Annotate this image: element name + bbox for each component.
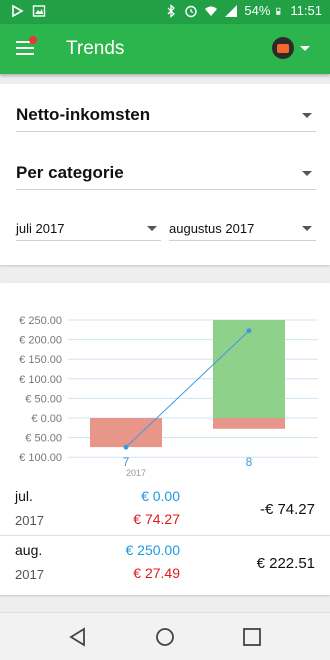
row-year: 2017 (15, 567, 44, 582)
page-title: Trends (66, 38, 125, 59)
expense-bar (90, 418, 162, 448)
row-income: € 250.00 (125, 542, 181, 558)
image-icon (32, 5, 46, 17)
hamburger-icon[interactable] (16, 36, 37, 55)
recents-icon[interactable] (240, 625, 264, 649)
y-tick-label: € 200.00 (19, 335, 62, 347)
row-income: € 0.00 (141, 488, 180, 504)
navigation-bar (0, 612, 330, 660)
to-month-label: augustus 2017 (169, 221, 255, 236)
battery-level: 54% (244, 3, 271, 18)
home-icon[interactable] (153, 625, 177, 649)
chevron-down-icon (147, 226, 157, 231)
net-income-chart: € 250.00 € 200.00 € 150.00 € 100.00 € 50.00 €… (19, 315, 318, 478)
grouping-label: Per categorie (16, 163, 124, 182)
play-store-icon (12, 4, 24, 18)
status-bar: 54% 11:51 (0, 0, 330, 24)
clock: 11:51 (290, 3, 322, 18)
chevron-down-icon (302, 226, 312, 231)
net-point (123, 444, 129, 450)
row-year: 2017 (15, 513, 44, 528)
from-month-label: juli 2017 (16, 221, 65, 236)
x-tick-label: 8 (246, 455, 253, 469)
y-tick-label: € 0.00 (31, 413, 62, 425)
y-tick-label: € 250.00 (19, 315, 62, 327)
income-bar (213, 320, 285, 418)
y-tick-label: € 100.00 (19, 374, 62, 386)
wifi-icon (205, 6, 218, 16)
expense-bar (213, 418, 285, 429)
x-tick-label: 7 (123, 455, 130, 469)
account-dropdown-icon[interactable] (300, 46, 310, 51)
row-month: aug. (15, 542, 43, 558)
net-point (246, 328, 252, 334)
from-month-dropdown[interactable]: juli 2017 (16, 215, 161, 241)
x-tick-sublabel: 2017 (126, 468, 146, 478)
to-month-dropdown[interactable]: augustus 2017 (169, 215, 316, 241)
y-tick-label: € 50.00 (25, 433, 62, 445)
row-expense: € 27.49 (133, 565, 180, 581)
battery-icon (276, 7, 281, 15)
metric-label: Netto-inkomsten (16, 105, 151, 124)
divider (0, 535, 330, 536)
bluetooth-icon (167, 3, 176, 18)
wallet-icon[interactable] (272, 37, 294, 59)
filter-card: Netto-inkomsten Per categorie juli 2017 … (0, 84, 330, 265)
summary-row[interactable]: jul. 2017 € 0.00 € 74.27 -€ 74.27 (0, 483, 330, 539)
y-tick-label: € 100.00 (19, 452, 62, 464)
summary-row[interactable]: aug. 2017 € 250.00 € 27.49 € 222.51 (0, 537, 330, 593)
app-bar: Trends (0, 24, 330, 74)
row-month: jul. (15, 488, 33, 504)
back-icon[interactable] (66, 625, 90, 649)
row-net: € 222.51 (256, 555, 315, 572)
chevron-down-icon (302, 113, 312, 118)
grouping-dropdown[interactable]: Per categorie (16, 158, 316, 190)
row-net: -€ 74.27 (259, 501, 315, 518)
metric-dropdown[interactable]: Netto-inkomsten (16, 100, 316, 132)
notification-dot (29, 36, 37, 44)
y-tick-label: € 150.00 (19, 354, 62, 366)
alarm-icon (185, 5, 198, 17)
chart-card: € 250.00 € 200.00 € 150.00 € 100.00 € 50.00 €… (0, 283, 330, 595)
row-expense: € 74.27 (133, 511, 180, 527)
signal-icon (225, 4, 238, 17)
chevron-down-icon (302, 171, 312, 176)
y-tick-label: € 50.00 (25, 393, 62, 405)
